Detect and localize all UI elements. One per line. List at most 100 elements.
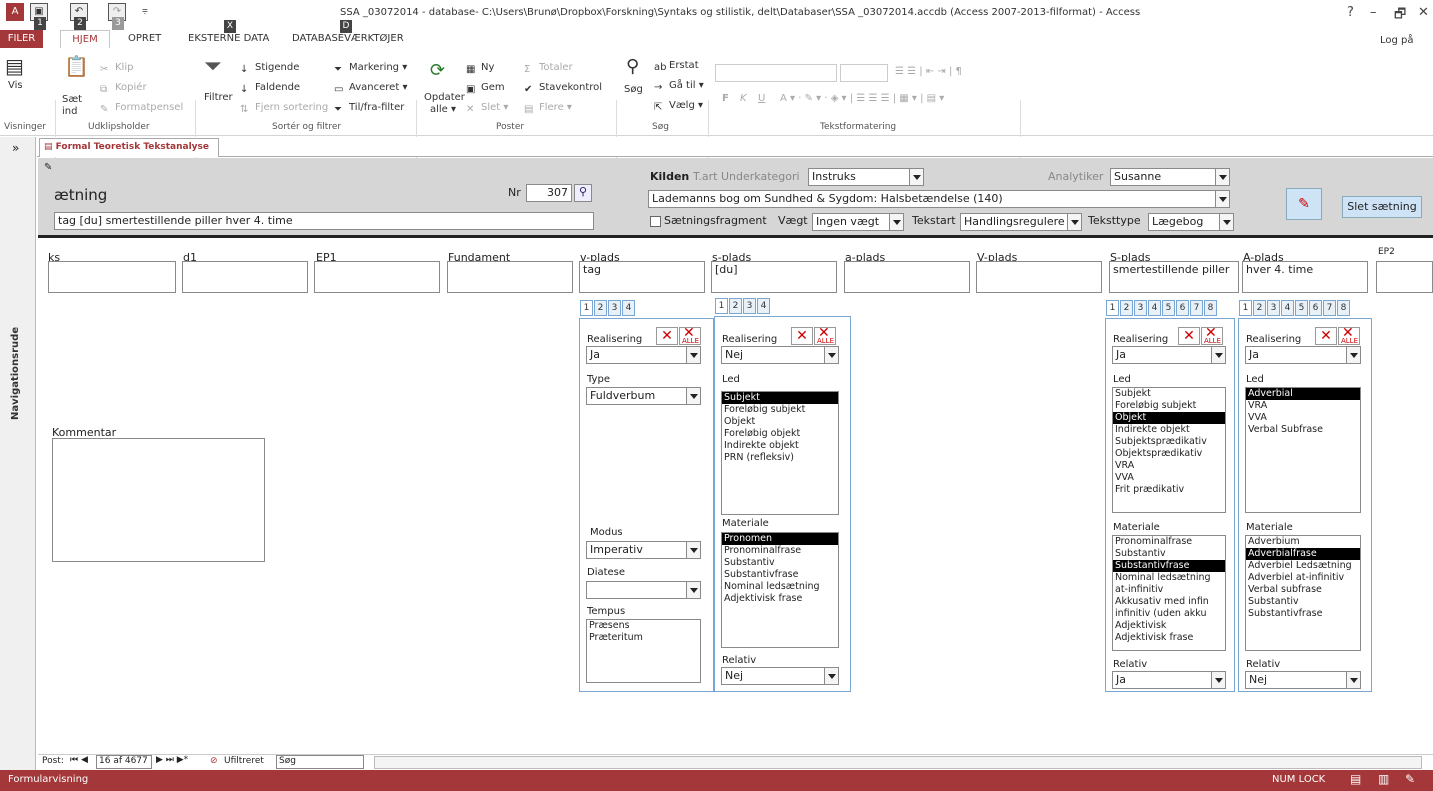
column-field[interactable] bbox=[314, 261, 440, 293]
column-field[interactable]: smertestillende piller bbox=[1109, 261, 1239, 293]
list-item[interactable]: infinitiv (uden akku bbox=[1113, 608, 1225, 620]
panel-tab[interactable]: 4 bbox=[757, 298, 770, 314]
clear-all-x-icon[interactable]: ALLE bbox=[679, 320, 701, 346]
panel-tab[interactable]: 2 bbox=[1120, 300, 1133, 316]
tab-formal-teoretisk[interactable]: ▤ Formal Teoretisk Tekstanalyse bbox=[39, 138, 219, 157]
panel-tab[interactable]: 7 bbox=[1323, 300, 1336, 316]
delete-record-icon[interactable]: ✎ bbox=[1286, 188, 1322, 220]
gaa-til-button[interactable]: → Gå til ▾ bbox=[654, 80, 704, 94]
font-name-combo[interactable] bbox=[715, 64, 837, 82]
list-item[interactable]: Objekt bbox=[1113, 412, 1225, 424]
stavekontrol-button[interactable]: ✔ Stavekontrol bbox=[524, 82, 602, 96]
layout-view-icon[interactable]: ▥ bbox=[1378, 772, 1389, 786]
panel-tab[interactable]: 2 bbox=[594, 300, 607, 316]
clear-x-icon[interactable]: ✕ bbox=[656, 327, 678, 345]
materiale-list[interactable]: Adverbium Adverbialfrase Adverbiel Ledsæ… bbox=[1245, 535, 1361, 651]
slet-saetning-button[interactable]: Slet sætning bbox=[1342, 196, 1422, 218]
column-field[interactable]: hver 4. time bbox=[1242, 261, 1368, 293]
list-item[interactable]: Nominal ledsætning bbox=[722, 581, 838, 593]
filter-icon[interactable]: ⏷ bbox=[204, 54, 222, 79]
panel-tab[interactable]: 8 bbox=[1204, 300, 1217, 316]
list-item[interactable]: Foreløbig subjekt bbox=[722, 404, 838, 416]
column-field[interactable] bbox=[447, 261, 573, 293]
stigende-button[interactable]: ↓ Stigende bbox=[240, 62, 299, 76]
filtrer-button[interactable]: Filtrer bbox=[204, 92, 233, 103]
clear-all-x-icon[interactable]: ALLE bbox=[814, 320, 836, 346]
list-item[interactable]: Subjektsprædikativ bbox=[1113, 436, 1225, 448]
panel-tab[interactable]: 1 bbox=[1106, 300, 1119, 316]
list-item[interactable]: Indirekte objekt bbox=[1113, 424, 1225, 436]
source-combo[interactable]: Lademanns bog om Sundhed & Sygdom: Halsb… bbox=[648, 190, 1230, 208]
list-item[interactable]: Adverbialfrase bbox=[1246, 548, 1360, 560]
font-color-icon[interactable]: A ▾ · ✎ ▾ · ◈ ▾ | ☰ ☰ ☰ | ▦ ▾ | ▤ ▾ bbox=[780, 93, 944, 104]
saet-ind-label[interactable]: ind bbox=[62, 106, 77, 117]
list-item[interactable]: Indirekte objekt bbox=[722, 440, 838, 452]
list-item[interactable]: Frit prædikativ bbox=[1113, 484, 1225, 496]
column-field[interactable]: [du] bbox=[711, 261, 837, 293]
panel-tab[interactable]: 4 bbox=[1148, 300, 1161, 316]
materiale-list[interactable]: Pronominalfrase Substantiv Substantivfra… bbox=[1112, 535, 1226, 651]
list-item[interactable]: Præsens bbox=[587, 620, 700, 632]
list-item[interactable]: VRA bbox=[1113, 460, 1225, 472]
underline-button[interactable]: U bbox=[758, 93, 765, 104]
diatese-combo[interactable] bbox=[586, 581, 701, 599]
til-fra-filter-button[interactable]: ⏷ Til/fra-filter bbox=[334, 102, 404, 116]
list-item[interactable]: VRA bbox=[1246, 400, 1360, 412]
flere-button[interactable]: ▤ Flere ▾ bbox=[524, 102, 572, 116]
minimize-button[interactable]: – bbox=[1370, 5, 1377, 20]
list-item[interactable]: Adverbiel at-infinitiv bbox=[1246, 572, 1360, 584]
list-item[interactable]: Substantivfrase bbox=[1113, 560, 1225, 572]
nr-field[interactable]: 307 bbox=[526, 184, 572, 202]
horizontal-scrollbar[interactable] bbox=[374, 756, 1422, 769]
saet-ind-button[interactable]: Sæt bbox=[62, 94, 82, 105]
clear-all-x-icon[interactable]: ALLE bbox=[1338, 320, 1360, 346]
search-input[interactable]: Søg bbox=[276, 755, 364, 769]
list-item[interactable]: VVA bbox=[1246, 412, 1360, 424]
teksttype-combo[interactable]: Lægebog bbox=[1148, 213, 1234, 231]
opdater-alle-label[interactable]: alle ▾ bbox=[430, 104, 456, 115]
panel-tab[interactable]: 5 bbox=[1295, 300, 1308, 316]
list-item[interactable]: Adjektivisk frase bbox=[1113, 632, 1225, 644]
panel-tab[interactable]: 1 bbox=[1239, 300, 1252, 316]
materiale-list[interactable]: Pronomen Pronominalfrase Substantiv Subs… bbox=[721, 532, 839, 648]
realisering-combo[interactable]: Nej bbox=[721, 346, 839, 364]
analytiker-combo[interactable]: Susanne bbox=[1110, 168, 1230, 186]
gem-button[interactable]: ▣ Gem bbox=[466, 82, 505, 96]
form-view-icon[interactable]: ▤ bbox=[1350, 772, 1361, 786]
panel-tab[interactable]: 5 bbox=[1162, 300, 1175, 316]
find-binoculars-button[interactable]: ⚲ bbox=[574, 184, 592, 202]
tab-opret[interactable]: OPRET bbox=[128, 33, 161, 44]
list-item[interactable]: Foreløbig objekt bbox=[722, 428, 838, 440]
navigation-pane[interactable]: » bbox=[0, 137, 36, 770]
tab-filer[interactable]: FILER bbox=[0, 30, 43, 48]
panel-tab[interactable]: 3 bbox=[743, 298, 756, 314]
list-item[interactable]: Pronominalfrase bbox=[722, 545, 838, 557]
list-item[interactable]: VVA bbox=[1113, 472, 1225, 484]
column-field[interactable] bbox=[976, 261, 1102, 293]
list-item[interactable]: Objekt bbox=[722, 416, 838, 428]
column-field[interactable] bbox=[182, 261, 308, 293]
panel-tab[interactable]: 4 bbox=[1281, 300, 1294, 316]
panel-tab[interactable]: 3 bbox=[1267, 300, 1280, 316]
list-item[interactable]: Pronomen bbox=[722, 533, 838, 545]
column-field[interactable] bbox=[844, 261, 970, 293]
clear-x-icon[interactable]: ✕ bbox=[791, 327, 813, 345]
clear-all-x-icon[interactable]: ALLE bbox=[1201, 320, 1223, 346]
view-icon[interactable]: ▤ bbox=[5, 54, 24, 78]
clear-x-icon[interactable]: ✕ bbox=[1178, 327, 1200, 345]
list-item[interactable]: Akkusativ med infin bbox=[1113, 596, 1225, 608]
list-item[interactable]: PRN (refleksiv) bbox=[722, 452, 838, 464]
restore-button[interactable]: 🗗 bbox=[1394, 5, 1406, 27]
font-size-combo[interactable] bbox=[840, 64, 888, 82]
list-item[interactable]: Substantivfrase bbox=[1246, 608, 1360, 620]
slet-button[interactable]: ✕ Slet ▾ bbox=[466, 102, 508, 116]
panel-tab[interactable]: 8 bbox=[1337, 300, 1350, 316]
kommentar-field[interactable] bbox=[52, 438, 265, 562]
fjern-sortering-button[interactable]: ⇅ Fjern sortering bbox=[240, 102, 328, 116]
column-field[interactable] bbox=[1376, 261, 1433, 293]
bold-button[interactable]: F bbox=[722, 93, 729, 104]
panel-tab[interactable]: 4 bbox=[622, 300, 635, 316]
realisering-combo[interactable]: Ja bbox=[1245, 346, 1361, 364]
kopier-button[interactable]: ⧉ Kopiér bbox=[100, 82, 147, 96]
avanceret-button[interactable]: ▭ Avanceret ▾ bbox=[334, 82, 407, 96]
